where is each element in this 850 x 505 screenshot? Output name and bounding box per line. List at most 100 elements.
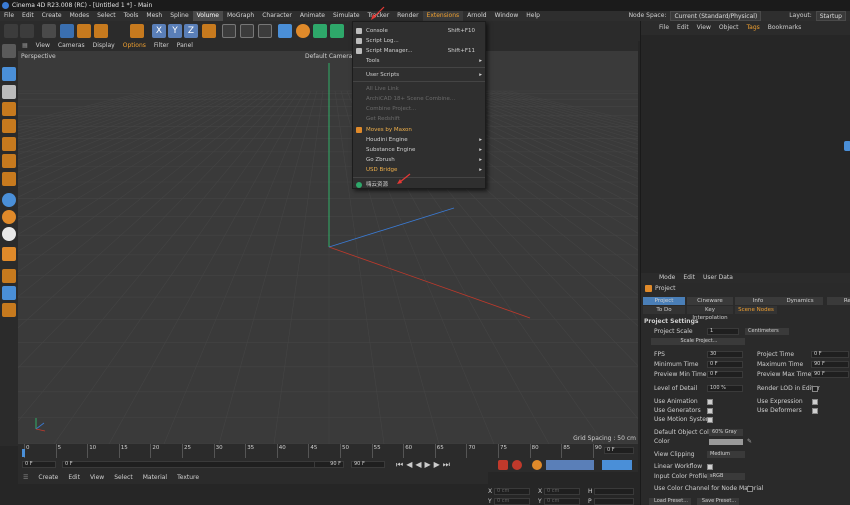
material-menu-create[interactable]: Create — [33, 472, 63, 484]
start-frame-field[interactable]: 0 F — [62, 461, 344, 468]
object-menu-view[interactable]: View — [693, 21, 715, 35]
menu-animate[interactable]: Animate — [296, 11, 329, 21]
menu-edit[interactable]: Edit — [18, 11, 38, 21]
extensions-item-10[interactable]: Houdini Engine ▸ — [353, 135, 485, 145]
extensions-item-11[interactable]: Substance Engine ▸ — [353, 145, 485, 155]
extensions-item-13[interactable]: USD Bridge ▸ — [353, 165, 485, 175]
viewport-camera[interactable]: Default Camera — [305, 53, 352, 60]
save-preset-button[interactable]: Save Preset... — [697, 498, 739, 505]
minimum-time-field[interactable]: 0 F — [707, 361, 743, 368]
object-manager[interactable]: File Edit View Object Tags Bookmarks — [640, 21, 850, 273]
viewport-menu-filter[interactable]: Filter — [150, 41, 173, 51]
render-view-icon[interactable] — [222, 24, 236, 38]
menu-arnold[interactable]: Arnold — [463, 11, 490, 21]
snap-icon[interactable] — [2, 193, 16, 207]
menu-window[interactable]: Window — [491, 11, 523, 21]
menu-select[interactable]: Select — [93, 11, 120, 21]
extensions-item-2[interactable]: Script Manager... Shift+F11 — [353, 46, 485, 56]
menu-simulate[interactable]: Simulate — [329, 11, 364, 21]
menu-create[interactable]: Create — [38, 11, 66, 21]
snap-settings-icon[interactable] — [2, 210, 16, 224]
record-icon[interactable] — [498, 460, 508, 470]
lod-field[interactable]: 100 % — [707, 385, 743, 392]
render-picture-icon[interactable] — [240, 24, 254, 38]
menu-file[interactable]: File — [0, 11, 18, 21]
viewport-menu-options[interactable]: Options — [119, 41, 150, 51]
tab-info[interactable]: Info — [735, 297, 781, 305]
menu-volume[interactable]: Volume — [192, 11, 223, 21]
node-space-select[interactable]: Current (Standard/Physical) — [670, 11, 762, 21]
color-swatch[interactable] — [709, 439, 743, 445]
material-menu-view[interactable]: View — [85, 472, 109, 484]
attribute-menu-mode[interactable]: Mode — [655, 273, 679, 283]
extensions-item-14[interactable]: 嗨云资源 — [353, 180, 485, 190]
coord-y2-field[interactable]: 0 cm — [544, 498, 580, 505]
use-motion-checkbox[interactable] — [707, 417, 713, 423]
cube-icon[interactable] — [278, 24, 292, 38]
move-tool-icon[interactable] — [60, 24, 74, 38]
coord-y-field[interactable]: 0 cm — [494, 498, 530, 505]
end-frame-field[interactable]: 0 F — [604, 447, 634, 454]
tab-key-interpolation[interactable]: Key Interpolation — [687, 306, 733, 321]
project-time-field[interactable]: 0 F — [811, 351, 849, 358]
extensions-item-4[interactable]: User Scripts ▸ — [353, 70, 485, 80]
use-expression-checkbox[interactable] — [812, 399, 818, 405]
cloner-icon[interactable] — [330, 24, 344, 38]
redo-icon[interactable] — [20, 24, 34, 38]
axis-x-icon[interactable]: X — [152, 24, 166, 38]
object-menu-object[interactable]: Object — [715, 21, 743, 35]
menu-extensions[interactable]: Extensions — [422, 11, 464, 21]
object-menu-tags[interactable]: Tags — [742, 21, 763, 35]
use-deformers-checkbox[interactable] — [812, 408, 818, 414]
polygons-mode-icon[interactable] — [2, 137, 16, 151]
model-mode-icon[interactable] — [2, 67, 16, 81]
axis-mode-icon[interactable] — [2, 172, 16, 186]
sculpt-icon[interactable] — [2, 303, 16, 317]
rotate-tool-icon[interactable] — [94, 24, 108, 38]
project-scale-unit[interactable]: Centimeters — [745, 328, 789, 335]
menu-help[interactable]: Help — [522, 11, 544, 21]
coord-h-field[interactable] — [594, 488, 634, 495]
paint-icon[interactable] — [2, 269, 16, 283]
material-menu-texture[interactable]: Texture — [172, 472, 204, 484]
render-settings-icon[interactable] — [258, 24, 272, 38]
menu-character[interactable]: Character — [258, 11, 296, 21]
material-menu-edit[interactable]: Edit — [63, 472, 85, 484]
make-editable-icon[interactable] — [2, 44, 16, 58]
viewport-menu-view[interactable]: View — [32, 41, 54, 51]
texture-mode-icon[interactable] — [2, 85, 16, 99]
extensions-item-3[interactable]: Tools ▸ — [353, 56, 485, 66]
axis-z-icon[interactable]: Z — [184, 24, 198, 38]
layers-icon[interactable] — [2, 286, 16, 300]
pen-icon[interactable] — [296, 24, 310, 38]
object-menu-bookmarks[interactable]: Bookmarks — [764, 21, 806, 35]
extensions-item-12[interactable]: Go Zbrush ▸ — [353, 155, 485, 165]
default-color-select[interactable]: 60% Gray — [709, 429, 743, 436]
menu-tools[interactable]: Tools — [120, 11, 143, 21]
load-preset-button[interactable]: Load Preset... — [649, 498, 691, 505]
locked-workplane-icon[interactable] — [2, 247, 16, 261]
object-menu-file[interactable]: File — [655, 21, 673, 35]
subdivision-icon[interactable] — [313, 24, 327, 38]
render-lod-checkbox[interactable] — [812, 386, 818, 392]
tab-project-settings[interactable]: Project Settings — [643, 297, 685, 312]
extensions-item-0[interactable]: Console Shift+F10 — [353, 26, 485, 36]
tab-dynamics[interactable]: Dynamics — [777, 297, 823, 305]
tab-to-do[interactable]: To Do — [643, 306, 685, 314]
viewport-menu-panel[interactable]: Panel — [173, 41, 197, 51]
preview-max-field[interactable]: 90 F — [811, 371, 849, 378]
fps-field[interactable]: 30 — [707, 351, 743, 358]
playhead[interactable] — [22, 449, 25, 457]
timeline-mode-icons[interactable] — [602, 460, 632, 470]
viewport[interactable]: Perspective Default Camera Grid Spacing … — [18, 51, 638, 444]
maximum-time-field[interactable]: 90 F — [811, 361, 849, 368]
preview-min-field[interactable]: 0 F — [707, 371, 743, 378]
use-color-channel-checkbox[interactable] — [747, 486, 753, 492]
input-color-select[interactable]: sRGB — [707, 473, 745, 480]
edges-mode-icon[interactable] — [2, 119, 16, 133]
axis-y-icon[interactable]: Y — [168, 24, 182, 38]
max-end-field[interactable]: 90 F — [351, 461, 385, 468]
menu-mesh[interactable]: Mesh — [142, 11, 166, 21]
current-frame-field[interactable]: 0 F — [22, 461, 56, 468]
tab-cineware[interactable]: Cineware — [687, 297, 733, 305]
